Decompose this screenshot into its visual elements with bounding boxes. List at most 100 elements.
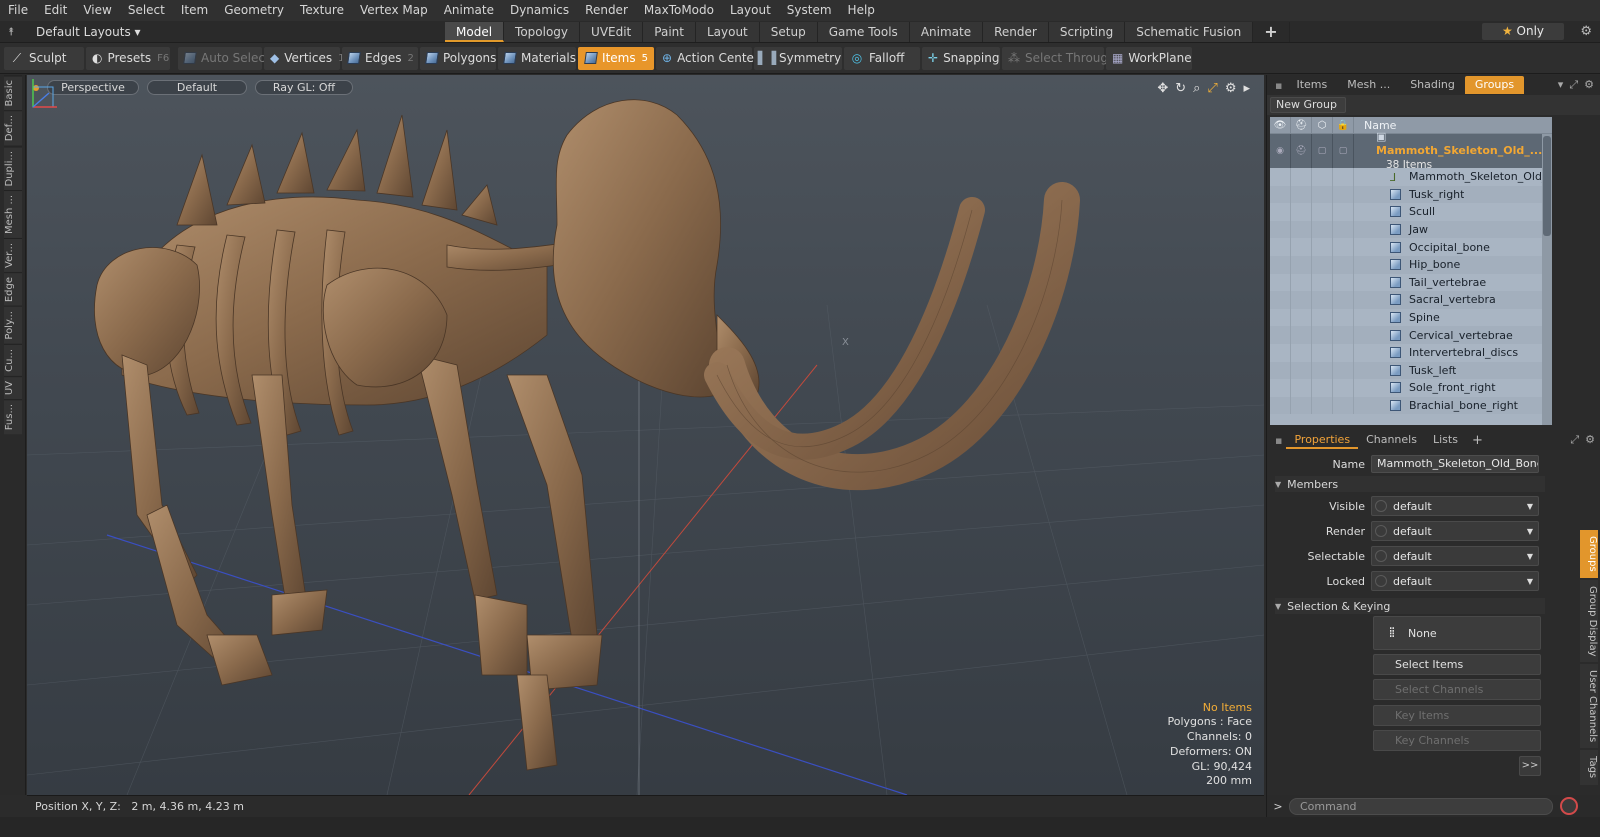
lock-column-icon[interactable]: 🔒: [1333, 117, 1354, 134]
toggle-cell[interactable]: [1291, 343, 1312, 362]
menu-system[interactable]: System: [779, 0, 840, 21]
fit-icon[interactable]: ⤢: [1207, 81, 1217, 96]
toggle-cell[interactable]: [1270, 326, 1291, 344]
selectable-radio-icon[interactable]: [1375, 550, 1387, 562]
props-tab-lists[interactable]: Lists: [1425, 431, 1466, 449]
panel-tab-shading[interactable]: Shading: [1400, 76, 1465, 94]
left-tab-3[interactable]: Mesh ...: [3, 190, 22, 239]
menu-file[interactable]: File: [0, 0, 36, 21]
left-tab-7[interactable]: Cu...: [3, 343, 22, 376]
tab-animate[interactable]: Animate: [909, 22, 984, 42]
tab-setup[interactable]: Setup: [759, 22, 818, 42]
tab-scripting[interactable]: Scripting: [1048, 22, 1126, 42]
toggle-cell[interactable]: [1270, 273, 1291, 292]
toggle-cell[interactable]: [1312, 203, 1333, 221]
tab-schematic-fusion[interactable]: Schematic Fusion: [1125, 22, 1254, 42]
toggle-cell[interactable]: [1270, 185, 1291, 204]
toggle-cell[interactable]: [1291, 361, 1312, 380]
side-tab-tags[interactable]: Tags: [1580, 750, 1598, 785]
rotate-icon[interactable]: ↻: [1175, 81, 1186, 96]
render-select[interactable]: default ▼: [1371, 521, 1539, 541]
materials-button[interactable]: Materials: [498, 46, 576, 70]
toggle-cell[interactable]: [1291, 379, 1312, 397]
list-item[interactable]: Sole_front_right: [1270, 379, 1552, 397]
menu-render[interactable]: Render: [577, 0, 636, 21]
render-toggle-icon[interactable]: ⛑: [1291, 134, 1312, 168]
select-through-button[interactable]: ⁂ Select Through: [1002, 46, 1116, 70]
tab-model[interactable]: Model: [445, 22, 505, 42]
render-radio-icon[interactable]: [1375, 525, 1387, 537]
shading-select[interactable]: Default: [147, 80, 247, 95]
symmetry-button[interactable]: ▌▐ Symmetry: [754, 46, 842, 70]
tab-uvedit[interactable]: UVEdit: [580, 22, 644, 42]
list-item[interactable]: Tusk_left: [1270, 361, 1552, 380]
toggle-cell[interactable]: [1291, 291, 1312, 309]
toggle-cell[interactable]: [1333, 273, 1354, 292]
record-icon[interactable]: [1560, 797, 1578, 815]
list-item[interactable]: Sacral_vertebra: [1270, 291, 1552, 309]
list-item[interactable]: Brachial_bone_right: [1270, 396, 1552, 415]
polygons-button[interactable]: Polygons: [420, 46, 496, 70]
toggle-cell[interactable]: [1270, 220, 1291, 239]
toggle-cell[interactable]: [1270, 396, 1291, 415]
sculpt-button[interactable]: ⟋ Sculpt: [4, 46, 84, 70]
raygl-toggle[interactable]: Ray GL: Off: [255, 80, 353, 95]
toggle-cell[interactable]: [1291, 220, 1312, 239]
menu-dynamics[interactable]: Dynamics: [502, 0, 577, 21]
properties-maximize-icon[interactable]: ⤢: [1570, 433, 1579, 447]
toggle-cell[interactable]: [1333, 185, 1354, 204]
panel-tab-mesh[interactable]: Mesh ...: [1337, 76, 1400, 94]
3d-viewport[interactable]: X Perspective Default Ray GL: Off ✥ ↻ ⌕ …: [27, 75, 1264, 795]
list-item[interactable]: Tusk_right: [1270, 185, 1552, 204]
props-tab-channels[interactable]: Channels: [1358, 431, 1425, 449]
visible-radio-icon[interactable]: [1375, 500, 1387, 512]
left-tab-2[interactable]: Dupli...: [3, 145, 22, 191]
menu-help[interactable]: Help: [840, 0, 883, 21]
menu-vertex-map[interactable]: Vertex Map: [352, 0, 436, 21]
left-tab-4[interactable]: Ver...: [3, 238, 22, 273]
toggle-cell[interactable]: [1333, 220, 1354, 239]
tab-paint[interactable]: Paint: [643, 22, 696, 42]
workplane-button[interactable]: ▦ WorkPlane: [1106, 46, 1192, 70]
gear-icon[interactable]: ⚙: [1580, 24, 1592, 39]
toggle-cell[interactable]: [1270, 255, 1291, 274]
maximize-icon[interactable]: ⤢: [1569, 78, 1578, 92]
toggle-cell[interactable]: [1291, 255, 1312, 274]
left-tab-8[interactable]: UV: [3, 375, 22, 399]
menu-view[interactable]: View: [75, 0, 119, 21]
toggle-cell[interactable]: [1333, 168, 1354, 186]
menu-layout[interactable]: Layout: [722, 0, 779, 21]
list-item[interactable]: Tail_vertebrae: [1270, 273, 1552, 292]
left-tab-6[interactable]: Poly...: [3, 306, 22, 344]
panel-tab-items[interactable]: Items: [1286, 76, 1337, 94]
vertices-button[interactable]: ◆Vertices1: [264, 46, 344, 70]
name-field[interactable]: Mammoth_Skeleton_Old_Bones_\: [1371, 455, 1539, 473]
list-item[interactable]: Intervertebral_discs: [1270, 343, 1552, 362]
panel-tab-groups[interactable]: Groups: [1464, 76, 1525, 94]
select-column-icon[interactable]: ⬡: [1312, 117, 1333, 134]
menu-geometry[interactable]: Geometry: [216, 0, 292, 21]
visible-select[interactable]: default ▼: [1371, 496, 1539, 516]
toggle-cell[interactable]: [1270, 203, 1291, 221]
toggle-cell[interactable]: [1291, 326, 1312, 344]
toggle-cell[interactable]: [1270, 308, 1291, 327]
toggle-cell[interactable]: [1312, 308, 1333, 327]
tab-dropdown-icon[interactable]: ▾: [1558, 78, 1564, 92]
auto-select-button[interactable]: Auto Select: [178, 46, 270, 70]
side-tab-groups[interactable]: Groups: [1580, 530, 1598, 578]
toggle-cell[interactable]: [1333, 343, 1354, 362]
list-item[interactable]: Jaw: [1270, 220, 1552, 239]
list-item[interactable]: Occipital_bone: [1270, 238, 1552, 256]
pin-icon[interactable]: ⯭: [0, 25, 22, 39]
new-group-button[interactable]: New Group: [1270, 97, 1346, 113]
viewport-gear-icon[interactable]: ⚙: [1225, 81, 1237, 96]
toggle-cell[interactable]: [1312, 396, 1333, 415]
render-column-icon[interactable]: ⛑: [1291, 117, 1312, 134]
zoom-icon[interactable]: ⌕: [1193, 81, 1200, 96]
toggle-cell[interactable]: [1270, 168, 1291, 186]
properties-gear-icon[interactable]: ⚙: [1585, 433, 1595, 447]
toggle-cell[interactable]: [1333, 396, 1354, 415]
toggle-cell[interactable]: [1333, 255, 1354, 274]
snapping-button[interactable]: ✛ Snapping: [922, 46, 1000, 70]
locked-radio-icon[interactable]: [1375, 575, 1387, 587]
